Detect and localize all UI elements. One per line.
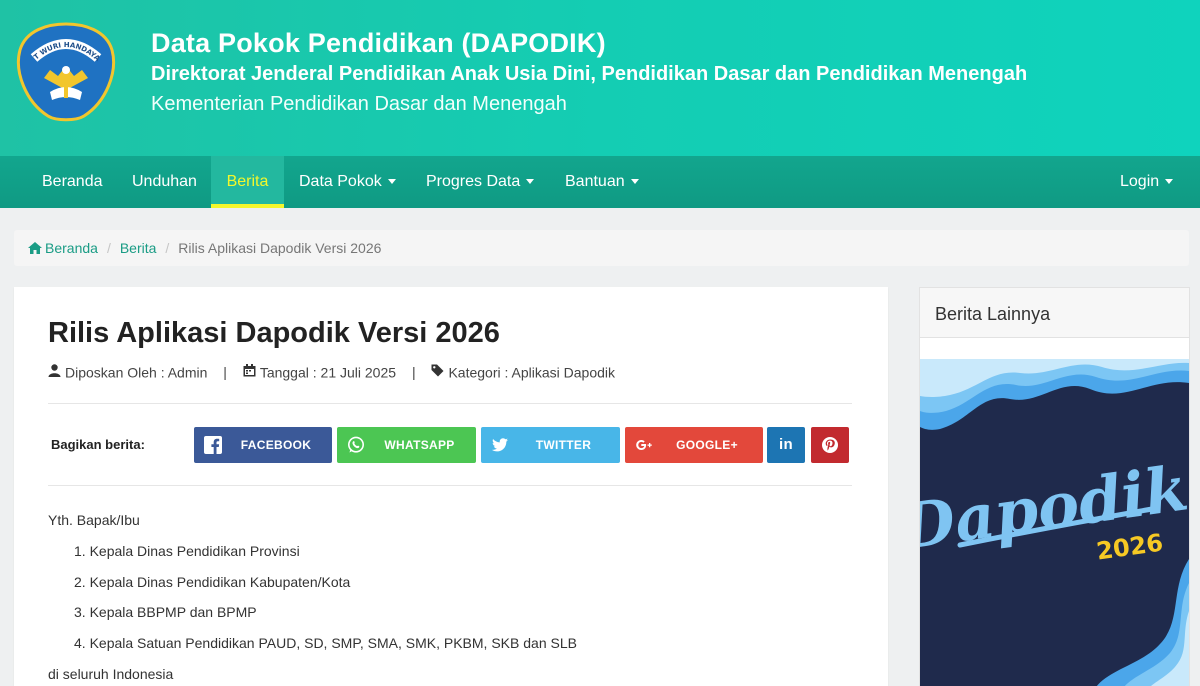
share-facebook-label: FACEBOOK — [240, 438, 312, 452]
nav-bantuan-label: Bantuan — [565, 173, 625, 190]
article-author: Diposkan Oleh : Admin — [65, 364, 208, 381]
dapodik-2026-banner[interactable]: Dapodik 2026 — [920, 359, 1189, 686]
article-date: Tanggal : 21 Juli 2025 — [259, 364, 397, 381]
share-google-plus-button[interactable]: GOOGLE+ — [625, 427, 763, 463]
chevron-down-icon — [387, 179, 396, 185]
breadcrumb-home[interactable]: Beranda — [45, 240, 98, 256]
share-pinterest-button[interactable] — [811, 427, 849, 463]
nav-login-label: Login — [1120, 173, 1160, 190]
share-linkedin-button[interactable]: in — [767, 427, 805, 463]
nav-beranda[interactable]: Beranda — [27, 156, 118, 208]
divider — [48, 485, 852, 486]
nav-berita[interactable]: Berita — [211, 156, 284, 208]
meta-separator: | — [223, 364, 227, 381]
divider — [48, 403, 852, 404]
site-title: Data Pokok Pendidikan (DAPODIK) — [151, 28, 606, 58]
nav-data-pokok[interactable]: Data Pokok — [284, 156, 411, 208]
nav-login[interactable]: Login — [1105, 156, 1188, 208]
tag-icon — [431, 364, 444, 377]
chevron-down-icon — [1165, 179, 1174, 185]
article-greeting: Yth. Bapak/Ibu — [48, 512, 140, 528]
list-item: 3. Kepala BBPMP dan BPMP — [74, 604, 257, 620]
breadcrumb: Beranda / Berita / Rilis Aplikasi Dapodik Ve… — [14, 230, 1189, 266]
nav-progres-data[interactable]: Progres Data — [411, 156, 549, 208]
sidebar: Berita Lainnya Dapodik 2026 — [919, 287, 1190, 686]
site-subtitle: Direktorat Jenderal Pendidikan Anak Usia… — [151, 63, 1028, 85]
nav-progres-data-label: Progres Data — [426, 173, 521, 190]
sidebar-title: Berita Lainnya — [920, 288, 1189, 338]
chevron-down-icon — [630, 179, 639, 185]
site-header: TUT WURI HANDAYANI Data Pokok Pendidikan… — [0, 0, 1200, 156]
article-closing: di seluruh Indonesia — [48, 666, 174, 682]
share-whatsapp-label: WHATSAPP — [384, 438, 455, 452]
list-item: 4. Kepala Satuan Pendidikan PAUD, SD, SM… — [74, 635, 577, 651]
meta-separator: | — [411, 364, 416, 381]
user-icon — [48, 364, 61, 377]
banner-graphic: Dapodik 2026 — [920, 359, 1189, 686]
share-twitter-label: TWITTER — [535, 438, 592, 452]
article-card: Rilis Aplikasi Dapodik Versi 2026 Diposk… — [14, 287, 888, 686]
calendar-icon — [243, 364, 256, 377]
share-label: Bagikan berita: — [51, 437, 145, 452]
article-meta: Diposkan Oleh : Admin | Tanggal : 21 Jul… — [48, 363, 615, 380]
share-whatsapp-button[interactable]: WHATSAPP — [337, 427, 476, 463]
nav-data-pokok-label: Data Pokok — [299, 173, 382, 190]
breadcrumb-current: Rilis Aplikasi Dapodik Versi 2026 — [178, 240, 382, 256]
chevron-down-icon — [526, 179, 535, 185]
tut-wuri-handayani-logo[interactable]: TUT WURI HANDAYANI — [14, 20, 118, 124]
article-title: Rilis Aplikasi Dapodik Versi 2026 — [48, 317, 500, 349]
home-icon — [28, 242, 42, 254]
share-twitter-button[interactable]: TWITTER — [481, 427, 620, 463]
breadcrumb-berita[interactable]: Berita — [120, 240, 157, 256]
list-item: 1. Kepala Dinas Pendidikan Provinsi — [74, 543, 300, 559]
linkedin-icon: in — [779, 436, 793, 453]
breadcrumb-separator: / — [165, 240, 170, 256]
breadcrumb-separator: / — [106, 240, 111, 256]
share-facebook-button[interactable]: FACEBOOK — [194, 427, 332, 463]
share-google-plus-label: GOOGLE+ — [676, 438, 738, 452]
nav-bantuan[interactable]: Bantuan — [550, 156, 654, 208]
article-category: Kategori : Aplikasi Dapodik — [448, 364, 616, 381]
nav-unduhan[interactable]: Unduhan — [117, 156, 212, 208]
main-nav: Beranda Unduhan Berita Data Pokok Progre… — [0, 156, 1200, 208]
ministry-name: Kementerian Pendidikan Dasar dan Menenga… — [151, 93, 567, 115]
list-item: 2. Kepala Dinas Pendidikan Kabupaten/Kot… — [74, 574, 351, 590]
pinterest-icon — [822, 437, 838, 453]
